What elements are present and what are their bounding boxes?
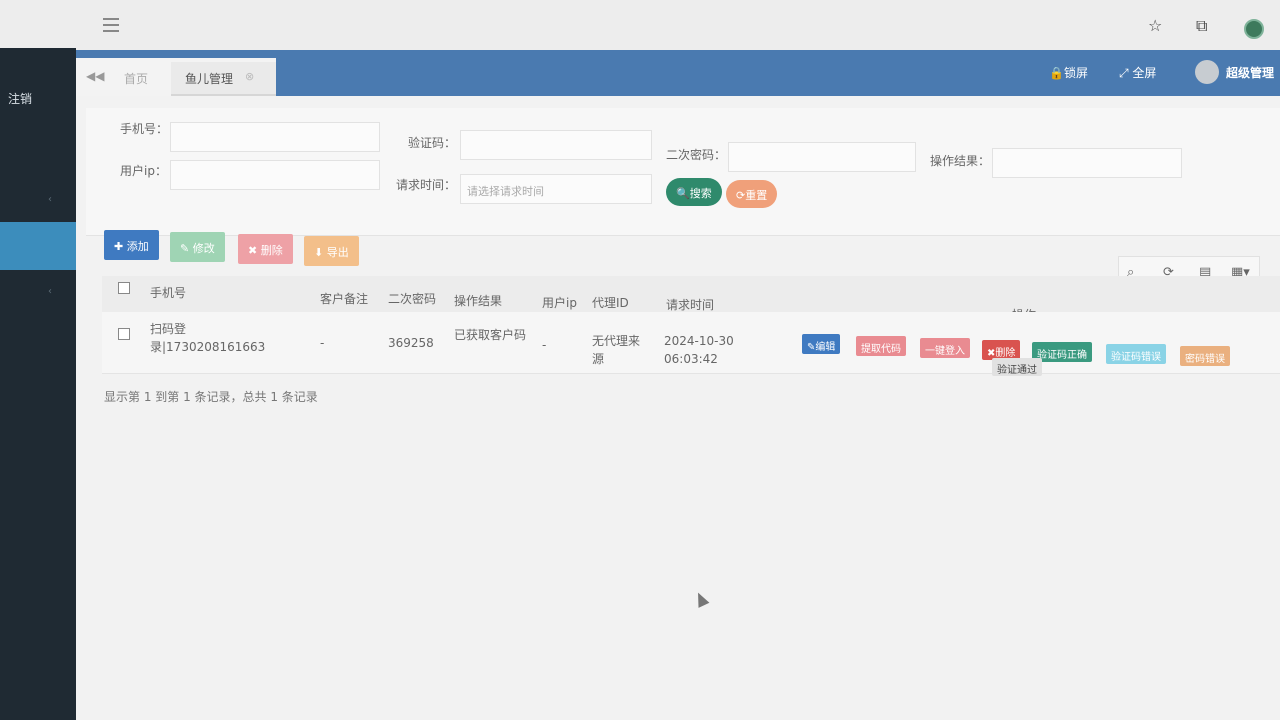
tab-home[interactable]: 首页 [124, 70, 148, 87]
get-code-button[interactable]: 提取代码 [856, 336, 906, 356]
chevron-left-icon: ‹ [48, 194, 52, 205]
result-label: 操作结果： [930, 154, 991, 168]
phone-label: 手机号： [120, 122, 169, 136]
edit-button-label: 修改 [192, 242, 215, 255]
add-button[interactable]: ✚ 添加 [104, 230, 159, 260]
tab-bar: ◀◀ 首页 鱼儿管理 ⊗ [76, 58, 276, 96]
cell-user-ip: - [542, 338, 547, 352]
tab-fish-management[interactable]: 鱼儿管理 ⊗ [171, 62, 276, 96]
edit-button[interactable]: ✎ 修改 [170, 232, 225, 262]
star-icon[interactable]: ☆ [1148, 16, 1162, 35]
th-phone[interactable]: 手机号 [150, 284, 186, 301]
second-pwd-label: 二次密码： [666, 148, 727, 162]
avatar[interactable] [1195, 60, 1219, 84]
search-button-label: 搜索 [689, 187, 712, 200]
cell-phone: 扫码登录|1730208161663 [150, 322, 266, 354]
cell-request-time: 2024-10-30 06:03:42 [664, 334, 734, 366]
export-button[interactable]: ⬇ 导出 [304, 236, 359, 266]
result-input[interactable] [992, 148, 1182, 178]
th-request-time[interactable]: 请求时间 [666, 296, 714, 313]
cell-second-pwd: 369258 [388, 336, 434, 350]
second-pwd-input[interactable] [728, 142, 916, 172]
reset-button-label: 重置 [745, 189, 768, 202]
search-icon: 🔍 [676, 187, 690, 200]
one-click-login-button[interactable]: 一键登入 [920, 338, 970, 358]
request-time-input[interactable]: 请选择请求时间 [460, 174, 652, 204]
cell-remark: - [320, 336, 325, 350]
app-header: ◀◀ 首页 鱼儿管理 ⊗ 🔒锁屏 ⤢ 全屏 超级管理 [76, 50, 1280, 96]
captcha-error-button[interactable]: 验证码错误 [1106, 344, 1166, 364]
sidebar-active-item[interactable] [0, 222, 76, 270]
th-remark[interactable]: 客户备注 [320, 290, 368, 307]
search-form: 手机号： 验证码： 二次密码： 操作结果： 用户ip： 请求时间： 请选择请求时… [86, 108, 1280, 236]
th-second-pwd[interactable]: 二次密码 [388, 290, 436, 307]
th-result[interactable]: 操作结果 [454, 292, 502, 309]
request-time-label: 请求时间： [396, 178, 457, 192]
add-button-label: 添加 [126, 240, 149, 253]
captcha-label: 验证码： [408, 136, 457, 150]
delete-button-label: 删除 [260, 244, 283, 257]
reset-icon: ⟳ [736, 189, 746, 202]
lock-screen-button[interactable]: 🔒锁屏 [1049, 64, 1088, 81]
logout-link[interactable]: 注销 [8, 90, 32, 107]
user-ip-input[interactable] [170, 160, 380, 190]
lock-screen-label: 锁屏 [1063, 66, 1088, 80]
th-agent-id[interactable]: 代理ID [592, 294, 629, 311]
sidebar: 注销 ‹ ‹ [0, 48, 76, 720]
password-error-button[interactable]: 密码错误 [1180, 346, 1230, 366]
export-button-label: 导出 [326, 246, 349, 259]
fullscreen-label: 全屏 [1132, 66, 1157, 80]
th-user-ip[interactable]: 用户ip [542, 294, 577, 311]
search-button[interactable]: 🔍搜索 [666, 178, 722, 206]
select-all-checkbox[interactable] [118, 282, 130, 294]
browser-top-bar: ☆ ⧉ [0, 0, 1280, 50]
tab-label: 鱼儿管理 [185, 72, 234, 86]
captcha-input[interactable] [460, 130, 652, 160]
phone-input[interactable] [170, 122, 380, 152]
extension-icon[interactable]: ⧉ [1196, 16, 1207, 36]
user-ip-label: 用户ip： [120, 164, 167, 178]
row-delete-button[interactable]: ✖删除 [982, 340, 1021, 360]
table-row: 扫码登录|1730208161663 - 369258 已获取客户码 - 无代理… [102, 312, 1280, 374]
cell-agent-id: 无代理来源 [592, 334, 641, 366]
row-edit-button[interactable]: ✎编辑 [802, 334, 841, 354]
fullscreen-button[interactable]: ⤢ 全屏 [1119, 64, 1156, 81]
pagination-summary: 显示第 1 到第 1 条记录，总共 1 条记录 [104, 390, 318, 404]
main-content: ▶▶ ⟳ 手机号： 验证码： 二次密码： 操作结果： 用户ip： 请求时间： 请… [76, 96, 1280, 720]
reset-button[interactable]: ⟳重置 [726, 180, 778, 208]
profile-icon[interactable] [1244, 19, 1264, 39]
delete-button[interactable]: ✖ 删除 [238, 234, 293, 264]
hamburger-menu-icon[interactable] [103, 18, 119, 32]
row-edit-label: 编辑 [815, 342, 836, 353]
status-badge: 验证通过 [992, 358, 1042, 376]
close-icon[interactable]: ⊗ [245, 70, 254, 83]
row-checkbox[interactable] [118, 328, 130, 340]
chevron-left-icon: ‹ [48, 286, 52, 297]
cell-result: 已获取客户码 [454, 328, 527, 342]
tab-scroll-left-icon[interactable]: ◀◀ [86, 69, 104, 83]
user-name[interactable]: 超级管理 [1226, 64, 1274, 81]
